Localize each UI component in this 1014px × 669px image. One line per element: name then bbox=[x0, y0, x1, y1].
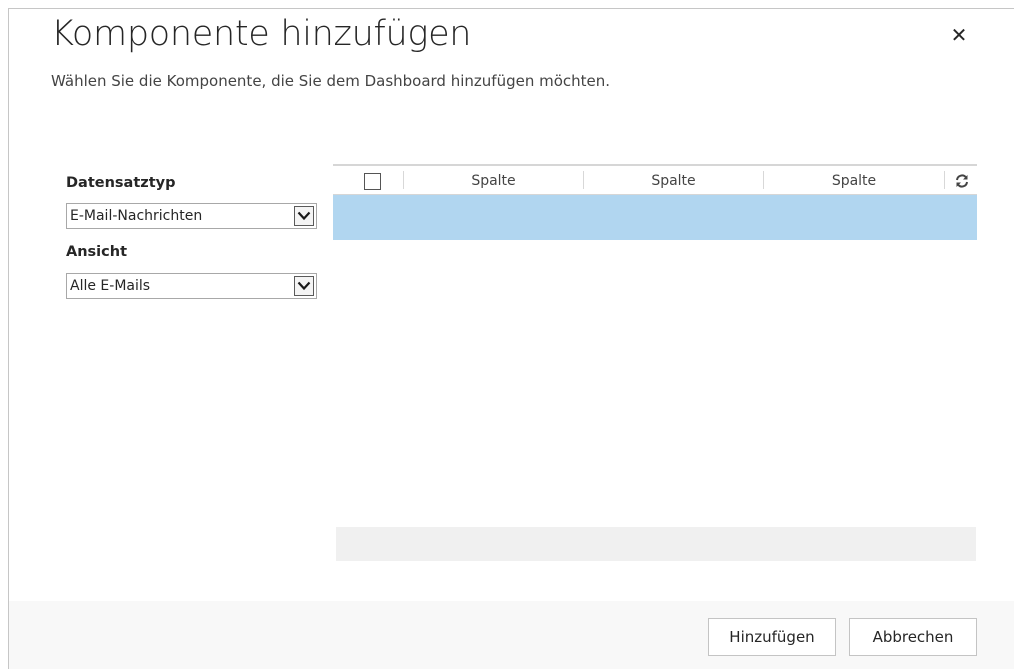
record-type-select[interactable]: E-Mail-Nachrichten bbox=[66, 203, 317, 229]
records-grid: Spalte Spalte Spalte bbox=[333, 164, 977, 240]
select-all-checkbox[interactable] bbox=[364, 173, 381, 190]
view-label: Ansicht bbox=[66, 244, 127, 260]
view-select[interactable]: Alle E-Mails bbox=[66, 273, 317, 299]
column-header-3[interactable]: Spalte bbox=[764, 166, 944, 195]
add-button[interactable]: Hinzufügen bbox=[708, 618, 836, 656]
selected-grid-row[interactable] bbox=[333, 195, 977, 240]
cancel-button[interactable]: Abbrechen bbox=[849, 618, 977, 656]
column-divider bbox=[944, 171, 945, 189]
refresh-icon[interactable] bbox=[953, 172, 971, 190]
dialog-subtitle: Wählen Sie die Komponente, die Sie dem D… bbox=[51, 72, 611, 90]
column-header-2[interactable]: Spalte bbox=[584, 166, 763, 195]
record-type-value: E-Mail-Nachrichten bbox=[70, 208, 203, 224]
add-component-dialog bbox=[8, 8, 1014, 669]
record-type-label: Datensatztyp bbox=[66, 175, 176, 191]
close-icon[interactable]: ✕ bbox=[951, 23, 968, 47]
chevron-down-icon[interactable] bbox=[294, 206, 314, 226]
view-value: Alle E-Mails bbox=[70, 278, 151, 294]
component-options-panel: Datensatztyp E-Mail-Nachrichten Ansicht … bbox=[66, 165, 326, 299]
chevron-down-icon[interactable] bbox=[294, 276, 314, 296]
dialog-title: Komponente hinzufügen bbox=[51, 14, 472, 54]
close-button[interactable]: ✕ bbox=[948, 24, 970, 46]
grid-footer bbox=[336, 527, 976, 561]
column-header-1[interactable]: Spalte bbox=[404, 166, 583, 195]
grid-header: Spalte Spalte Spalte bbox=[333, 164, 977, 195]
